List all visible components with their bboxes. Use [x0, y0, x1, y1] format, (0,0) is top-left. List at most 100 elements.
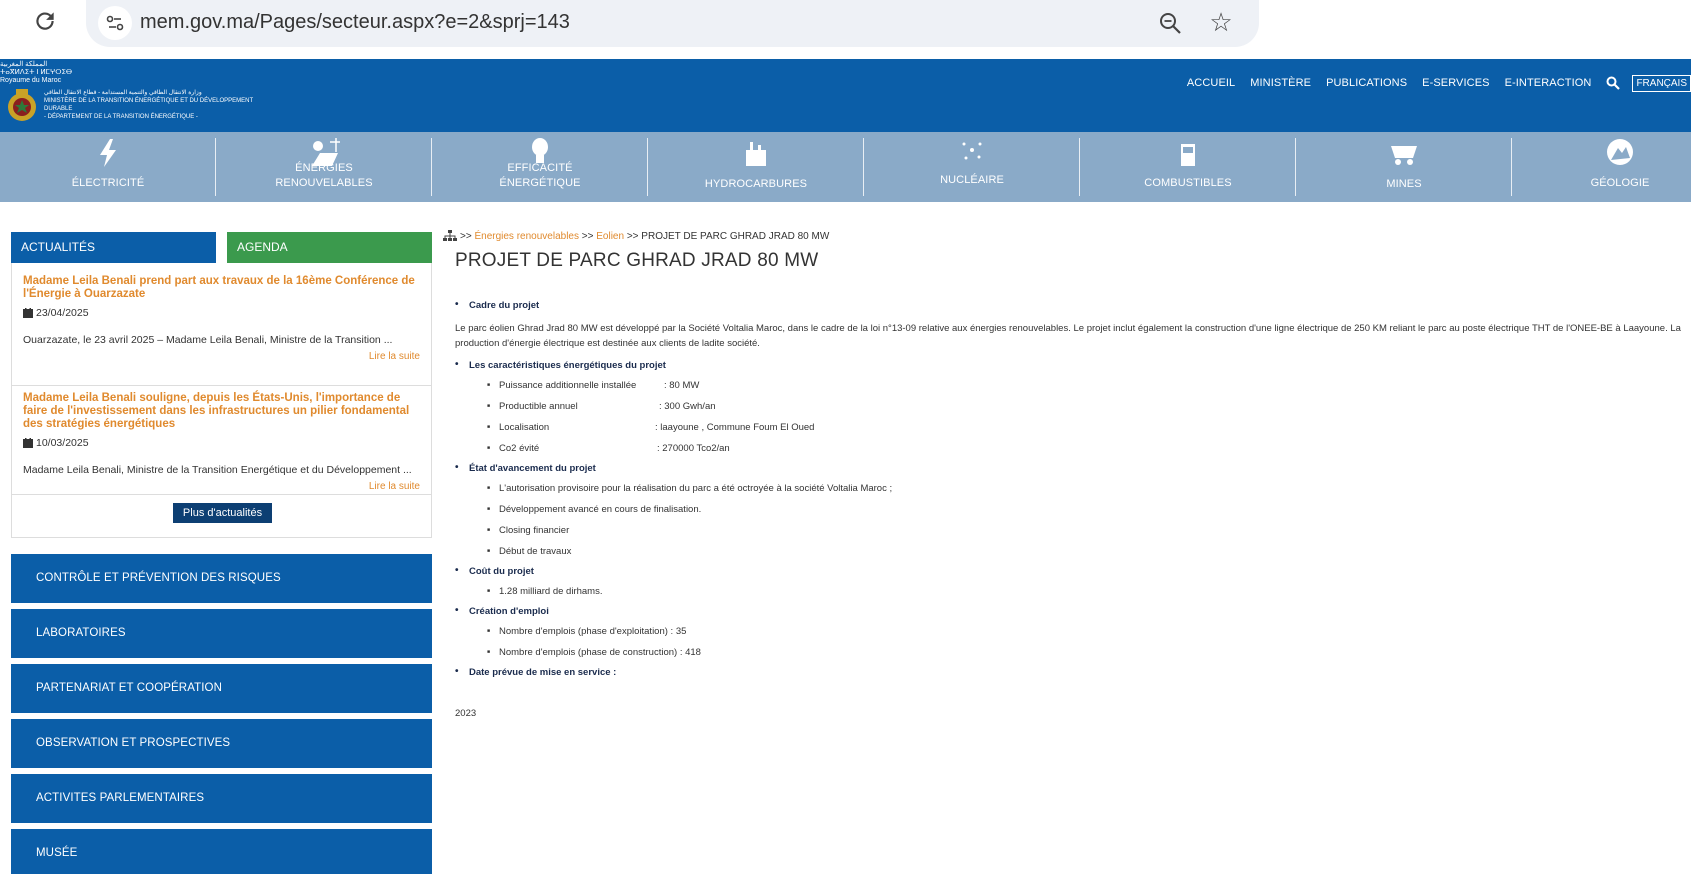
sector-hydrocarbures[interactable]: HYDROCARBURES: [648, 132, 864, 202]
news-title[interactable]: Madame Leila Benali prend part aux trava…: [23, 275, 420, 301]
news-divider: [12, 385, 431, 386]
news-tabs: ACTUALITÉS AGENDA: [11, 232, 432, 263]
tab-agenda[interactable]: AGENDA: [227, 232, 432, 263]
sector-label: COMBUSTIBLES: [1144, 177, 1232, 189]
spec-label: Localisation: [499, 422, 550, 433]
spec-value: : 270000 Tco2/an: [657, 443, 730, 454]
address-bar[interactable]: mem.gov.ma/Pages/secteur.aspx?e=2&sprj=1…: [86, 0, 1259, 47]
sector-label: MINES: [1386, 178, 1422, 190]
breadcrumb-energies-renouvelables[interactable]: Énergies renouvelables: [474, 231, 579, 242]
coat-of-arms-icon: [8, 89, 36, 121]
calendar-icon: [23, 438, 33, 448]
sector-geologie[interactable]: GÉOLOGIE: [1512, 132, 1691, 202]
section-cadre: Cadre du projet: [455, 299, 1691, 311]
sector-mines[interactable]: MINES: [1296, 132, 1512, 202]
list-item: Co2 évité : 270000 Tco2/an: [455, 442, 1691, 455]
spec-label: Productible annuel: [499, 401, 578, 412]
nav-accueil[interactable]: ACCUEIL: [1187, 77, 1235, 89]
list-item: 1.28 milliard de dirhams.: [455, 585, 1691, 598]
search-icon[interactable]: [1606, 76, 1621, 90]
breadcrumb-separator: >>: [460, 230, 472, 242]
sector-label: ÉLECTRICITÉ: [71, 177, 145, 189]
sector-energies-renouvelables[interactable]: ÉNERGIES RENOUVELABLES: [216, 132, 432, 202]
news-divider: [12, 494, 431, 495]
nav-e-interaction[interactable]: E-INTERACTION: [1505, 77, 1592, 89]
spec-value: : laayoune , Commune Foum El Oued: [655, 422, 815, 433]
read-more-link[interactable]: Lire la suite: [23, 481, 420, 492]
url-text[interactable]: mem.gov.ma/Pages/secteur.aspx?e=2&sprj=1…: [140, 11, 570, 34]
list-item: Nombre d'emplois (phase d'exploitation) …: [455, 625, 1691, 638]
more-news-button[interactable]: Plus d'actualités: [173, 503, 272, 523]
list-item: L'autorisation provisoire pour la réalis…: [455, 482, 1691, 495]
calendar-icon: [23, 308, 33, 318]
sector-label: EFFICACITÉ ÉNERGÉTIQUE: [499, 162, 581, 189]
tab-actualites[interactable]: ACTUALITÉS: [11, 232, 216, 263]
fuel-icon: [1181, 144, 1195, 166]
section-emploi: Création d'emploi: [455, 605, 1691, 617]
atom-icon: [962, 142, 982, 160]
list-item: Closing financier: [455, 524, 1691, 537]
sector-electricite[interactable]: ÉLECTRICITÉ: [0, 132, 216, 202]
list-item: Productible annuel : 300 Gwh/an: [455, 400, 1691, 413]
nav-publications[interactable]: PUBLICATIONS: [1326, 77, 1407, 89]
breadcrumb-eolien[interactable]: Eolien: [596, 231, 624, 242]
section-etat: État d'avancement du projet: [455, 462, 1691, 474]
menu-laboratoires[interactable]: LABORATOIRES: [11, 609, 432, 658]
language-switch[interactable]: FRANÇAIS: [1632, 74, 1691, 92]
breadcrumb-current: PROJET DE PARC GHRAD JRAD 80 MW: [641, 230, 830, 242]
page-title: PROJET DE PARC GHRAD JRAD 80 MW: [455, 250, 819, 271]
spec-value: : 80 MW: [664, 380, 700, 391]
nav-ministere[interactable]: MINISTÈRE: [1250, 77, 1311, 89]
reload-icon[interactable]: [30, 8, 60, 38]
menu-musee[interactable]: MUSÉE: [11, 829, 432, 874]
sitemap-icon[interactable]: [443, 230, 457, 242]
menu-activites-parlementaires[interactable]: ACTIVITES PARLEMENTAIRES: [11, 774, 432, 823]
news-excerpt: Madame Leila Benali, Ministre de la Tran…: [23, 464, 412, 476]
site-settings-icon[interactable]: [98, 6, 132, 40]
news-title[interactable]: Madame Leila Benali souligne, depuis les…: [23, 392, 420, 431]
read-more-link[interactable]: Lire la suite: [23, 351, 420, 362]
menu-controle-prevention[interactable]: CONTRÔLE ET PRÉVENTION DES RISQUES: [11, 554, 432, 603]
sector-label: NUCLÉAIRE: [940, 174, 1004, 186]
project-details: Cadre du projet Le parc éolien Ghrad Jra…: [455, 299, 1691, 719]
news-list: Madame Leila Benali prend part aux trava…: [11, 263, 432, 538]
sidebar-menu: CONTRÔLE ET PRÉVENTION DES RISQUES LABOR…: [11, 554, 432, 874]
list-item: Nombre d'emplois (phase de construction)…: [455, 646, 1691, 659]
cadre-paragraph: Le parc éolien Ghrad Jrad 80 MW est déve…: [455, 323, 1681, 349]
browser-toolbar: mem.gov.ma/Pages/secteur.aspx?e=2&sprj=1…: [0, 0, 1691, 56]
sidebar: ACTUALITÉS AGENDA Madame Leila Benali pr…: [11, 232, 432, 874]
breadcrumb-separator: >>: [581, 230, 594, 242]
bookmark-star-icon[interactable]: ☆: [1206, 7, 1236, 37]
spec-value: : 300 Gwh/an: [659, 401, 716, 412]
main-content: >> Énergies renouvelables >> Eolien >> P…: [443, 230, 1691, 719]
logo-kingdom-text: المملكة المغربية ⵜⴰⴳⵍⴷⵉⵜ ⵏ ⵍⵎⵖⵔⵉⴱ Royaum…: [0, 61, 73, 84]
sector-combustibles[interactable]: COMBUSTIBLES: [1080, 132, 1296, 202]
nav-e-services[interactable]: E-SERVICES: [1422, 77, 1489, 89]
mine-cart-icon: [1391, 146, 1417, 165]
ministry-logo[interactable]: المملكة المغربية ⵜⴰⴳⵍⴷⵉⵜ ⵏ ⵍⵎⵖⵔⵉⴱ Royaum…: [0, 59, 260, 129]
section-cout: Coût du projet: [455, 565, 1691, 577]
spec-label: Co2 évité: [499, 443, 540, 454]
list-item: Développement avancé en cours de finalis…: [455, 503, 1691, 516]
menu-observation[interactable]: OBSERVATION ET PROSPECTIVES: [11, 719, 432, 768]
sector-nucleaire[interactable]: NUCLÉAIRE: [864, 132, 1080, 202]
menu-partenariat[interactable]: PARTENARIAT ET COOPÉRATION: [11, 664, 432, 713]
site-header: المملكة المغربية ⵜⴰⴳⵍⴷⵉⵜ ⵏ ⵍⵎⵖⵔⵉⴱ Royaum…: [0, 59, 1691, 132]
news-item: Madame Leila Benali prend part aux trava…: [12, 275, 431, 362]
news-item: Madame Leila Benali souligne, depuis les…: [12, 392, 431, 492]
breadcrumb-separator: >>: [626, 230, 639, 242]
section-caracteristiques: Les caractéristiques énergétiques du pro…: [455, 359, 1691, 371]
list-item: Localisation : laayoune , Commune Foum El…: [455, 421, 1691, 434]
section-date-mise-en-service: Date prévue de mise en service :: [455, 666, 1691, 678]
logo-ministry-text: وزارة الانتقال الطاقي والتنمية المستدامة…: [44, 90, 254, 120]
zoom-out-icon[interactable]: [1156, 9, 1186, 39]
breadcrumb: >> Énergies renouvelables >> Eolien >> P…: [443, 230, 1691, 242]
list-item: Début de travaux: [455, 545, 1691, 558]
news-date-text: 10/03/2025: [36, 437, 89, 449]
news-date: 10/03/2025: [23, 437, 420, 449]
sector-menu: ÉLECTRICITÉ ÉNERGIES RENOUVELABLES EFFIC…: [0, 132, 1691, 202]
spec-label: Puissance additionnelle installée: [499, 380, 637, 391]
geology-icon: [1607, 139, 1633, 165]
top-nav: ACCUEIL MINISTÈRE PUBLICATIONS E-SERVICE…: [1187, 73, 1691, 93]
sector-efficacite-energetique[interactable]: EFFICACITÉ ÉNERGÉTIQUE: [432, 132, 648, 202]
